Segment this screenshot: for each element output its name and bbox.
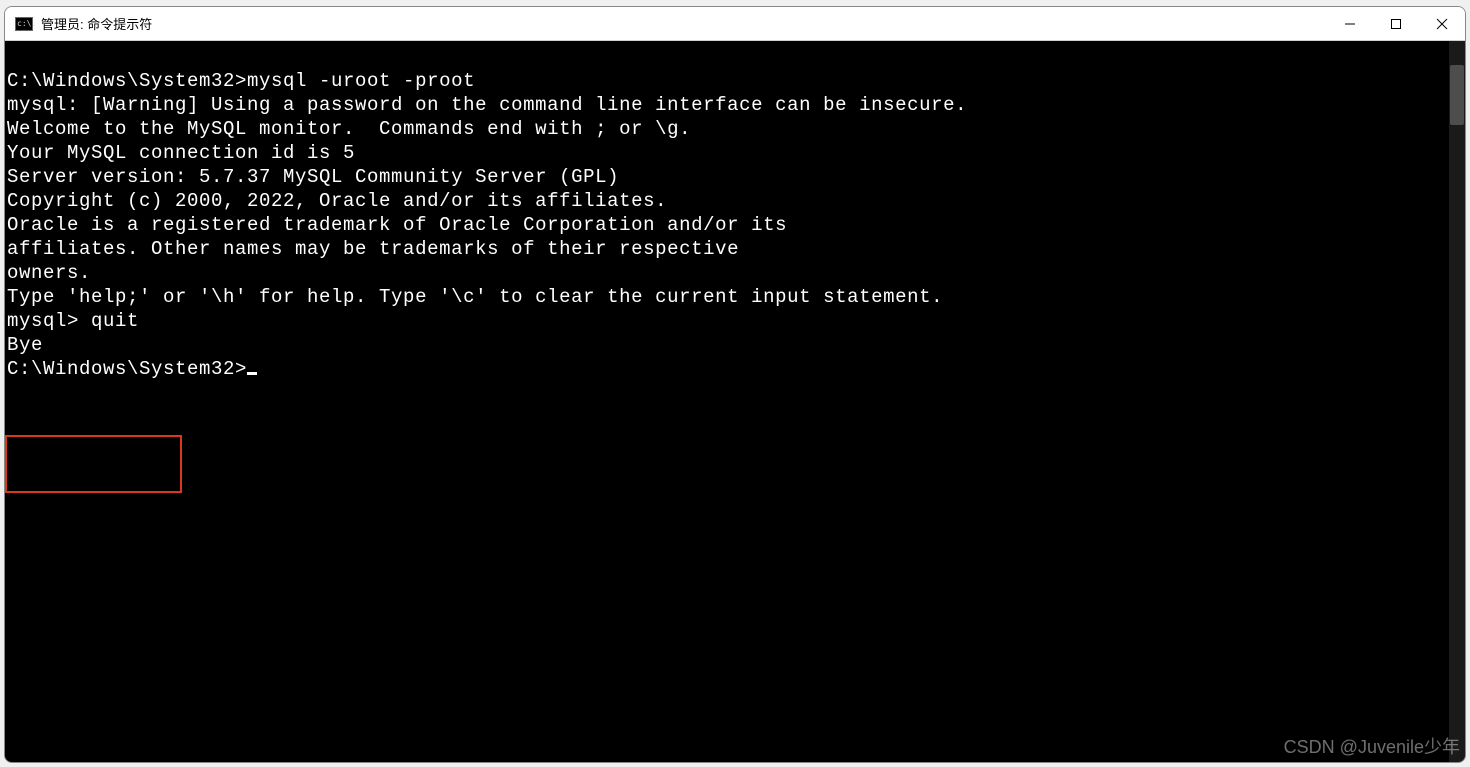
terminal-line: Your MySQL connection id is 5 (7, 141, 1447, 165)
cmd-app-icon: c:\. (15, 17, 33, 31)
maximize-icon (1390, 18, 1402, 30)
terminal-line: Server version: 5.7.37 MySQL Community S… (7, 165, 1447, 189)
terminal-line: mysql: [Warning] Using a password on the… (7, 93, 1447, 117)
cmd-window: c:\. 管理员: 命令提示符 C:\Windows\System32>mysq… (4, 6, 1466, 763)
scrollbar-thumb[interactable] (1450, 65, 1464, 125)
close-icon (1436, 18, 1448, 30)
cursor (247, 372, 257, 375)
terminal-line: Type 'help;' or '\h' for help. Type '\c'… (7, 285, 1447, 309)
terminal-output[interactable]: C:\Windows\System32>mysql -uroot -prootm… (5, 41, 1449, 762)
terminal-line: Copyright (c) 2000, 2022, Oracle and/or … (7, 189, 1447, 213)
terminal-line: C:\Windows\System32>mysql -uroot -proot (7, 69, 1447, 93)
scrollbar-track[interactable] (1449, 41, 1465, 762)
terminal-line: C:\Windows\System32> (7, 357, 1447, 381)
minimize-button[interactable] (1327, 7, 1373, 41)
minimize-icon (1344, 18, 1356, 30)
terminal-line: Oracle is a registered trademark of Orac… (7, 213, 1447, 237)
titlebar[interactable]: c:\. 管理员: 命令提示符 (5, 7, 1465, 41)
terminal-area[interactable]: C:\Windows\System32>mysql -uroot -prootm… (5, 41, 1465, 762)
terminal-line: owners. (7, 261, 1447, 285)
maximize-button[interactable] (1373, 7, 1419, 41)
terminal-line: Bye (7, 333, 1447, 357)
terminal-line: affiliates. Other names may be trademark… (7, 237, 1447, 261)
terminal-line: mysql> quit (7, 309, 1447, 333)
window-title: 管理员: 命令提示符 (41, 14, 1327, 33)
close-button[interactable] (1419, 7, 1465, 41)
terminal-line: Welcome to the MySQL monitor. Commands e… (7, 117, 1447, 141)
